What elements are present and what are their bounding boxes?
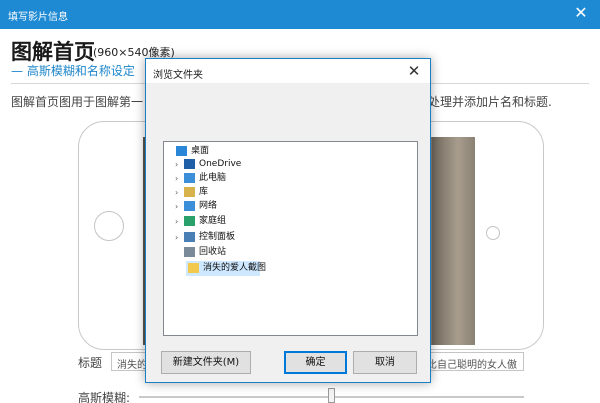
description-right: 处理并添加片名和标题.: [428, 95, 552, 109]
tree-item-label: 家庭组: [199, 216, 227, 226]
tree-item-label: OneDrive: [199, 159, 242, 169]
dialog-titlebar: 浏览文件夹 ✕: [146, 59, 430, 83]
control-panel-icon: [184, 232, 195, 242]
tree-item[interactable]: › OneDrive: [164, 157, 414, 172]
tree-item[interactable]: › 家庭组: [164, 214, 414, 229]
expand-chevron-icon[interactable]: ›: [175, 171, 183, 186]
page-subtitle: — 高斯模糊和名称设定 〈: [11, 64, 151, 78]
window-titlebar: 填写影片信息 ✕: [0, 0, 600, 29]
computer-icon: [184, 173, 195, 183]
tree-item[interactable]: 回收站: [164, 245, 414, 260]
expand-chevron-icon[interactable]: ›: [175, 185, 183, 200]
cloud-icon: [184, 159, 195, 169]
title-input-value-tail: 比自己聪明的女人傲: [427, 360, 517, 371]
phone-camera-icon: [94, 211, 124, 241]
browse-folder-dialog: 浏览文件夹 ✕ 桌面 › OneDrive › 此电脑 › 库 › 网络 › 家庭组 › 控制面板 回收站…: [145, 58, 431, 383]
phone-home-button-icon: [486, 226, 500, 240]
expand-chevron-icon[interactable]: ›: [175, 214, 183, 229]
tree-item[interactable]: › 库: [164, 185, 414, 200]
tree-item[interactable]: › 控制面板: [164, 230, 414, 245]
folder-tree[interactable]: 桌面 › OneDrive › 此电脑 › 库 › 网络 › 家庭组 › 控制面板 回收站 消失的爱人截图: [163, 141, 418, 336]
window-title: 填写影片信息: [8, 12, 68, 23]
new-folder-button[interactable]: 新建文件夹(M): [161, 351, 251, 374]
tree-item[interactable]: › 此电脑: [164, 171, 414, 186]
library-icon: [184, 187, 195, 197]
folder-icon: [188, 263, 199, 273]
cancel-button[interactable]: 取消: [353, 351, 417, 374]
tree-item-label: 控制面板: [199, 232, 236, 242]
tree-item[interactable]: 消失的爱人截图: [186, 261, 266, 276]
tree-item-label: 回收站: [199, 247, 227, 257]
dialog-title: 浏览文件夹: [153, 70, 203, 81]
description-left: 图解首页图用于图解第一: [11, 95, 144, 109]
desktop-folder-icon: [176, 146, 187, 156]
network-icon: [184, 201, 195, 211]
expand-chevron-icon[interactable]: ›: [175, 230, 183, 245]
homegroup-icon: [184, 216, 195, 226]
tree-item-label: 网络: [199, 201, 218, 211]
blur-label: 高斯模糊:: [78, 391, 131, 403]
tree-item-label: 库: [199, 187, 209, 197]
recycle-bin-icon: [184, 247, 195, 257]
tree-item-label: 此电脑: [199, 173, 227, 183]
expand-chevron-icon[interactable]: ›: [175, 157, 183, 172]
ok-button[interactable]: 确定: [284, 351, 347, 374]
window-close-icon[interactable]: ✕: [572, 3, 590, 23]
preview-image-right-edge: [432, 137, 475, 345]
title-label: 标题: [78, 356, 103, 370]
title-input-tail[interactable]: 比自己聪明的女人傲: [423, 352, 524, 371]
tree-item[interactable]: › 网络: [164, 199, 414, 214]
tree-item-label: 消失的爱人截图: [203, 263, 267, 273]
dialog-close-icon[interactable]: ✕: [405, 61, 423, 81]
blur-slider-thumb[interactable]: [327, 388, 335, 403]
expand-chevron-icon[interactable]: ›: [175, 199, 183, 214]
